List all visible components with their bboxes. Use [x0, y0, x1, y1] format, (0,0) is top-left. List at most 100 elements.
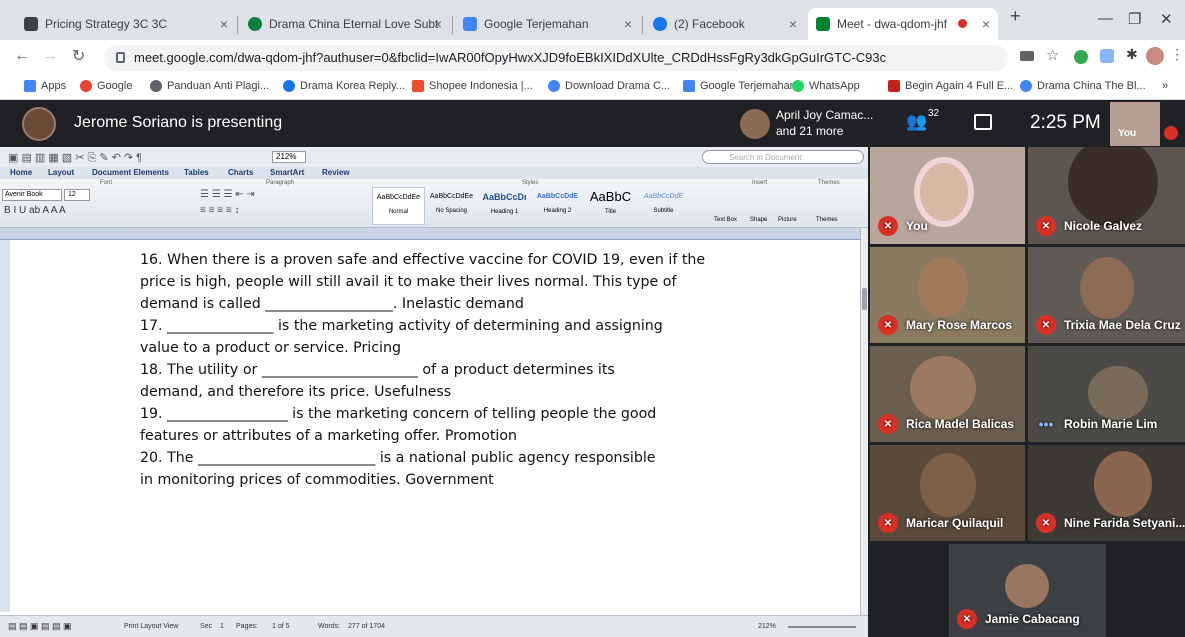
tab-pricing-strategy[interactable]: Pricing Strategy 3C 3C × [16, 8, 236, 40]
participant-label: Jamie Cabacang [985, 612, 1080, 626]
style-title[interactable]: AaBbC Title [584, 187, 637, 225]
back-icon[interactable]: ← [14, 47, 30, 65]
tab-layout[interactable]: Layout [48, 168, 74, 177]
tab-document-elements[interactable]: Document Elements [92, 168, 169, 177]
tab-drama-china[interactable]: Drama China Eternal Love Subt × [240, 8, 450, 40]
doc-line: 16. When there is a proven safe and effe… [140, 252, 706, 268]
tab-facebook[interactable]: (2) Facebook × [645, 8, 805, 40]
bookmark-drama-korea[interactable]: Drama Korea Reply... [283, 80, 405, 92]
people-icon[interactable]: 👥 [906, 112, 927, 132]
ribbon-tabs: Home Layout Document Elements Tables Cha… [0, 167, 868, 179]
tab-label: Pricing Strategy 3C 3C [45, 17, 168, 31]
extension-icon[interactable] [1100, 49, 1114, 63]
tab-label: Drama China Eternal Love Subt [269, 17, 439, 31]
style-subtitle[interactable]: AaBbCcDdE Subtitle [637, 187, 690, 225]
close-icon[interactable]: × [624, 16, 632, 32]
puzzle-icon[interactable]: ✱ [1126, 46, 1138, 63]
zoom-slider[interactable] [788, 626, 856, 628]
format-buttons[interactable]: B I U ab A A A [4, 205, 66, 216]
style-heading-2[interactable]: AaBbCcDdE Heading 2 [531, 187, 584, 225]
group-paragraph-label: Paragraph [266, 180, 295, 186]
tab-charts[interactable]: Charts [228, 168, 253, 177]
style-normal[interactable]: AaBbCcDdEe Normal [372, 187, 425, 225]
bookmark-panduan[interactable]: Panduan Anti Plagi... [150, 80, 269, 92]
restore-button[interactable]: ❐ [1128, 10, 1141, 28]
status-pages-label: Pages: [236, 623, 258, 630]
font-size-select[interactable]: 12 [64, 189, 90, 201]
doc-line: demand is called __________________. Ine… [140, 296, 524, 312]
bookmark-apps[interactable]: Apps [24, 80, 66, 92]
participant-tile[interactable]: ✕ You [870, 147, 1025, 244]
tab-google-meet[interactable]: Meet - dwa-qdom-jhf × [808, 8, 998, 40]
insert-shape[interactable]: Shape [750, 217, 767, 223]
bookmark-begin-again[interactable]: Begin Again 4 Full E... [888, 80, 1013, 92]
camera-icon[interactable] [1020, 51, 1034, 61]
star-icon[interactable]: ☆ [1046, 46, 1059, 64]
participant-tile[interactable]: ✕ Nine Farida Setyani... [1028, 445, 1185, 541]
bookmark-label: Panduan Anti Plagi... [167, 80, 270, 92]
participant-label: Rica Madel Balicas [906, 417, 1015, 431]
participant-tile[interactable]: ✕ Jamie Cabacang [949, 544, 1106, 637]
extension-icon[interactable] [1074, 50, 1088, 64]
styles-gallery: AaBbCcDdEe Normal AaBbCcDdEe No Spacing Aa… [372, 187, 690, 225]
scrollbar-thumb[interactable] [862, 288, 867, 310]
bookmark-download-drama[interactable]: Download Drama C... [548, 80, 670, 92]
zoom-select[interactable]: 212% [272, 151, 306, 163]
paragraph-buttons[interactable]: ☰ ☰ ☰ ⇤ ⇥ [200, 189, 255, 200]
tab-home[interactable]: Home [10, 168, 32, 177]
participant-tile[interactable]: ••• Robin Marie Lim [1028, 346, 1185, 442]
url-field[interactable]: meet.google.com/dwa-qdom-jhf?authuser=0&… [104, 45, 1008, 71]
new-tab-button[interactable]: + [1010, 6, 1021, 27]
lock-icon [116, 52, 125, 63]
close-icon[interactable]: × [434, 16, 442, 32]
bookmarks-overflow[interactable]: » [1162, 80, 1168, 92]
close-window-button[interactable]: ✕ [1160, 10, 1173, 28]
bookmark-google-terjemahan[interactable]: Google Terjemahan [683, 80, 796, 92]
chat-icon[interactable] [974, 114, 992, 130]
view-buttons[interactable]: ▤ ▤ ▣ ▤ ▤ ▣ [8, 621, 72, 632]
participant-label: Trixia Mae Dela Cruz [1064, 318, 1181, 332]
participant-tile[interactable]: ✕ Trixia Mae Dela Cruz [1028, 247, 1185, 343]
participant-tile[interactable]: ✕ Mary Rose Marcos [870, 247, 1025, 343]
doc-line: 20. The _________________________ is a n… [140, 450, 656, 466]
bookmark-shopee[interactable]: Shopee Indonesia |... [412, 80, 533, 92]
site-icon [548, 80, 560, 92]
insert-themes[interactable]: Themes [816, 217, 838, 223]
minimize-button[interactable]: — [1098, 10, 1113, 27]
close-icon[interactable]: × [982, 16, 990, 32]
doc-line: 17. _______________ is the marketing act… [140, 318, 663, 334]
speaking-icon: ••• [1038, 416, 1054, 432]
style-heading-1[interactable]: AaBbCcDı Heading 1 [478, 187, 531, 225]
participant-label: Nicole Galvez [1064, 219, 1143, 233]
profile-avatar[interactable] [1146, 47, 1164, 65]
close-icon[interactable]: × [220, 16, 228, 32]
close-icon[interactable]: × [789, 16, 797, 32]
tab-review[interactable]: Review [322, 168, 350, 177]
search-document-field[interactable]: Search in Document [702, 150, 864, 164]
forward-icon[interactable]: → [42, 47, 58, 65]
font-name-select[interactable]: Avenir Book [2, 189, 62, 201]
clock-time: 2:25 PM [1030, 112, 1101, 133]
bookmark-drama-china[interactable]: Drama China The Bl... [1020, 80, 1146, 92]
bookmark-google[interactable]: Google [80, 80, 132, 92]
bookmark-whatsapp[interactable]: WhatsApp [792, 80, 860, 92]
style-name: Subtitle [653, 208, 674, 214]
participant-tile[interactable]: ✕ Nicole Galvez [1028, 147, 1185, 244]
insert-text-box[interactable]: Text Box [714, 217, 737, 223]
tab-tables[interactable]: Tables [184, 168, 209, 177]
reload-icon[interactable]: ↻ [72, 46, 85, 66]
participant-avatar [1005, 564, 1049, 608]
vertical-scrollbar[interactable] [860, 228, 868, 615]
tab-smartart[interactable]: SmartArt [270, 168, 304, 177]
presenting-label: Jerome Soriano is presenting [74, 114, 283, 131]
tab-google-translate[interactable]: Google Terjemahan × [455, 8, 640, 40]
insert-picture[interactable]: Picture [778, 217, 797, 223]
participant-label: Maricar Quilaquil [906, 516, 1004, 530]
participant-tile[interactable]: ✕ Maricar Quilaquil [870, 445, 1025, 541]
doc-line: value to a product or service. Pricing [140, 340, 401, 356]
mic-off-icon: ✕ [878, 414, 898, 434]
style-no-spacing[interactable]: AaBbCcDdEe No Spacing [425, 187, 478, 225]
align-buttons[interactable]: ≡ ≡ ≡ ≡ ↕ [200, 205, 239, 216]
menu-icon[interactable]: ⋮ [1170, 46, 1184, 63]
participant-tile[interactable]: ✕ Rica Madel Balicas [870, 346, 1025, 442]
